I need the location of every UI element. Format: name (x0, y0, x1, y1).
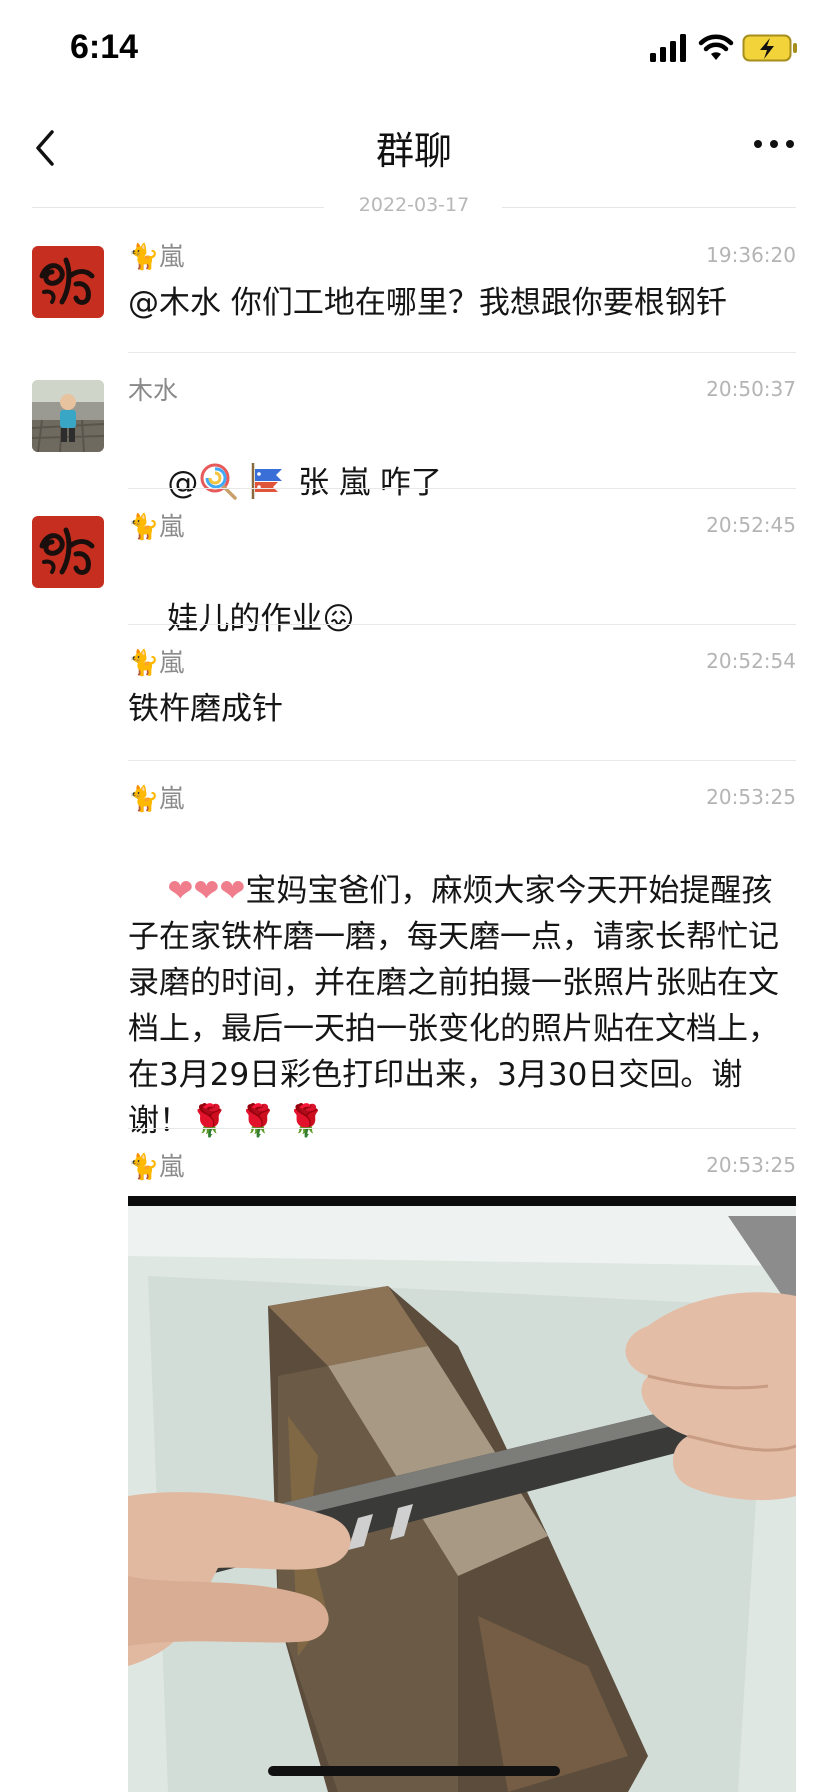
message-time: 20:52:54 (706, 649, 796, 673)
message-time: 20:50:37 (706, 377, 796, 401)
mention-prefix: @ (167, 465, 199, 501)
avatar[interactable] (32, 246, 104, 318)
page-title: 群聊 (375, 129, 452, 173)
persevering-face-emoji-icon: 😖 (322, 601, 355, 637)
cellular-signal-icon (650, 34, 686, 62)
message-separator (128, 352, 796, 353)
message-time: 20:53:25 (706, 1153, 796, 1177)
sender-name: 🐈嵐 (128, 784, 185, 813)
nav-bar: 群聊 (0, 100, 828, 196)
date-divider: 2022-03-17 (32, 190, 796, 224)
divider-line (502, 207, 796, 208)
battery-charging-icon (742, 34, 797, 62)
calligraphy-seal-avatar-icon (32, 516, 104, 588)
child-photo-avatar-icon (32, 380, 104, 452)
message-time: 20:53:25 (706, 785, 796, 809)
message-text-tail: 张 嵐 咋了 (288, 465, 442, 501)
message-text-body: 娃儿的作业 (167, 601, 323, 637)
message-time: 20:52:45 (706, 513, 796, 537)
status-bar: 6:14 (0, 0, 828, 100)
message-separator (128, 1128, 796, 1129)
message-item[interactable]: 🐈嵐 19:36:20 @木水 你们工地在哪里？我想跟你要根钢钎 (0, 240, 828, 360)
message-item[interactable]: 🐈嵐 20:53:25 ❤❤❤宝妈宝爸们，麻烦大家今天开始提醒孩子在家铁杵磨一磨… (0, 782, 828, 1139)
message-time: 19:36:20 (706, 243, 796, 267)
message-separator (128, 488, 796, 489)
message-separator (128, 624, 796, 625)
status-time: 6:14 (70, 28, 139, 66)
message-separator (128, 760, 796, 761)
carp-streamer-emoji-icon (252, 463, 283, 499)
sender-name: 木水 (128, 376, 179, 405)
sender-name: 🐈嵐 (128, 512, 185, 541)
avatar[interactable] (32, 380, 104, 452)
wifi-icon (698, 34, 734, 60)
message-text: 铁杵磨成针 (128, 691, 283, 727)
more-options-icon[interactable] (744, 120, 804, 176)
sender-name: 🐈嵐 (128, 1152, 185, 1181)
rose-emoji-icon: 🌹 🌹 🌹 (190, 1103, 326, 1139)
home-indicator[interactable] (268, 1766, 560, 1776)
message-text: @木水 你们工地在哪里？我想跟你要根钢钎 (128, 285, 727, 321)
lollipop-emoji-icon (200, 463, 238, 500)
avatar[interactable] (32, 516, 104, 588)
message-image[interactable] (128, 1196, 796, 1792)
message-text-body: 宝妈宝爸们，麻烦大家今天开始提醒孩子在家铁杵磨一磨，每天磨一点，请家长帮忙记录磨… (128, 873, 779, 1139)
sender-name: 🐈嵐 (128, 242, 185, 271)
message-item[interactable]: 木水 20:50:37 @ 张 嵐 咋了 (0, 374, 828, 501)
message-item[interactable]: 🐈嵐 20:52:54 铁杵磨成针 (0, 646, 828, 746)
message-text: ❤❤❤宝妈宝爸们，麻烦大家今天开始提醒孩子在家铁杵磨一磨，每天磨一点，请家长帮忙… (128, 822, 800, 1190)
message-item[interactable]: 🐈嵐 20:52:45 娃儿的作业😖 (0, 510, 828, 637)
heart-emoji-icon: ❤❤❤ (167, 873, 246, 909)
iron-rod-whetstone-photo (128, 1196, 796, 1792)
calligraphy-seal-avatar-icon (32, 246, 104, 318)
sender-name: 🐈嵐 (128, 648, 185, 677)
date-label: 2022-03-17 (358, 194, 470, 216)
